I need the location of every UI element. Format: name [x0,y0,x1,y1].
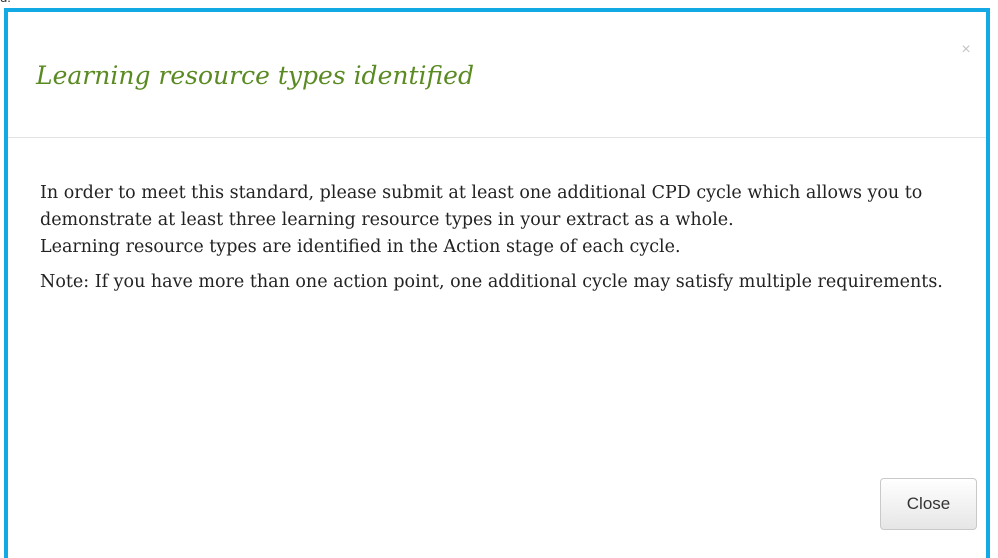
modal-body: In order to meet this standard, please s… [40,180,960,296]
body-paragraph-note: Note: If you have more than one action p… [40,272,943,292]
close-button[interactable]: Close [880,478,977,530]
body-paragraph-requirement: In order to meet this standard, please s… [40,183,923,230]
body-paragraph-action-stage: Learning resource types are identified i… [40,237,681,257]
modal-dialog: Learning resource types identified × In … [4,8,990,558]
modal-title: Learning resource types identified [36,61,474,90]
background-text-fragment: d. [0,0,11,4]
close-icon[interactable]: × [958,42,974,58]
modal-header: Learning resource types identified × [8,12,986,138]
background-page-fragment: d. [0,0,998,4]
